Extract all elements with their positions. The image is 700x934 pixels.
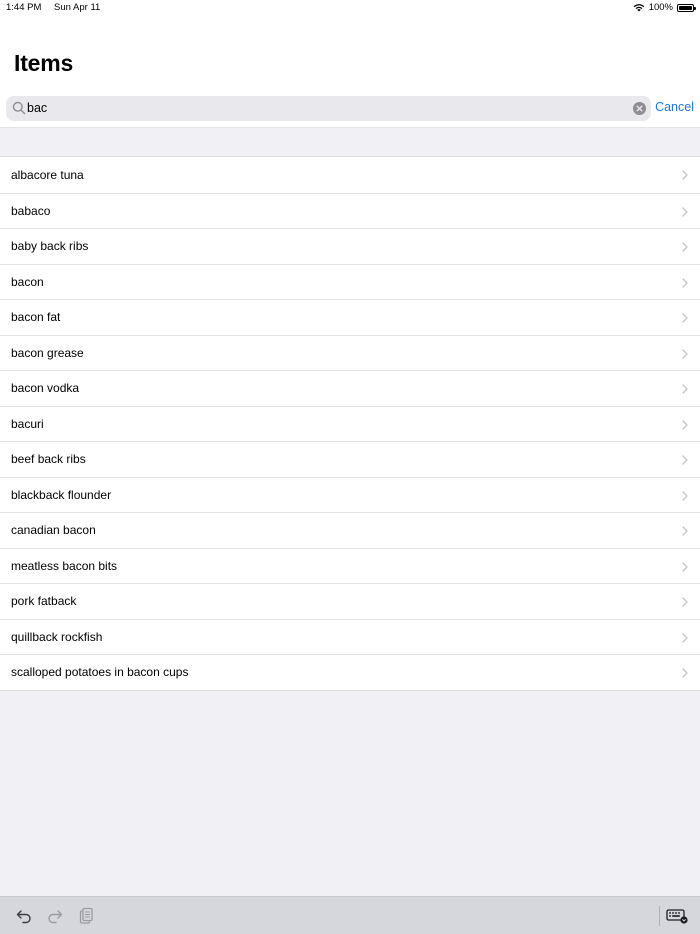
chevron-right-icon xyxy=(682,419,688,430)
list-item-label: pork fatback xyxy=(11,594,77,609)
list-item-label: bacon grease xyxy=(11,345,84,360)
list-item[interactable]: scalloped potatoes in bacon cups xyxy=(0,654,700,690)
wifi-icon xyxy=(633,4,644,12)
list-item-label: albacore tuna xyxy=(11,167,84,182)
chevron-right-icon xyxy=(682,348,688,359)
list-item[interactable]: bacon xyxy=(0,263,700,300)
chevron-right-icon xyxy=(682,490,688,501)
list-item-label: bacon vodka xyxy=(11,381,80,396)
list-item[interactable]: bacon fat xyxy=(0,299,700,335)
list-item[interactable]: baby back ribs xyxy=(0,228,700,264)
page-title: Items xyxy=(14,50,74,76)
list-item[interactable]: blackback flounder xyxy=(0,476,700,513)
list-item[interactable]: meatless bacon bits xyxy=(0,547,700,584)
list-item[interactable]: bacon vodka xyxy=(0,370,700,406)
list-item-label: blackback flounder xyxy=(11,487,112,502)
list-item-label: babaco xyxy=(11,203,51,218)
status-date: Sun Apr 11 xyxy=(54,2,101,13)
status-left: 1:44 PM Sun Apr 11 xyxy=(6,2,100,13)
chevron-right-icon xyxy=(682,668,688,678)
chevron-right-icon xyxy=(682,455,688,465)
status-right: 100% xyxy=(633,2,696,13)
list-item[interactable]: pork fatback xyxy=(0,583,700,619)
screen: 1:44 PM Sun Apr 11 100% Items bac Cancel… xyxy=(0,0,700,934)
battery-percent: 100% xyxy=(648,2,673,13)
chevron-right-icon xyxy=(682,313,688,323)
list-item-label: quillback rockfish xyxy=(11,629,103,644)
list-item-label: baby back ribs xyxy=(11,239,89,254)
clear-icon[interactable] xyxy=(633,102,646,115)
keyboard-shortcut-bar xyxy=(0,896,700,934)
list-item-label: bacuri xyxy=(11,416,44,431)
undo-icon[interactable] xyxy=(15,907,33,925)
search-value: bac xyxy=(27,101,48,115)
battery-fill xyxy=(679,5,692,10)
list-item[interactable]: bacuri xyxy=(0,405,700,442)
list-item-label: beef back ribs xyxy=(11,452,86,467)
keyboard-dismiss-icon[interactable] xyxy=(666,907,688,925)
paste-icon[interactable] xyxy=(77,907,95,925)
nav-header: Items xyxy=(0,16,700,90)
results-list: albacore tuna babaco baby back ribs bacon ba… xyxy=(0,156,700,691)
search-input[interactable]: bac xyxy=(6,96,651,121)
redo-icon[interactable] xyxy=(46,907,64,925)
chevron-right-icon xyxy=(682,597,688,607)
toolbar-divider xyxy=(659,906,660,926)
list-item[interactable]: canadian bacon xyxy=(0,512,700,548)
list-item[interactable]: albacore tuna xyxy=(0,157,700,193)
chevron-right-icon xyxy=(682,277,688,288)
chevron-right-icon xyxy=(682,561,688,572)
chevron-right-icon xyxy=(682,384,688,394)
search-row: bac Cancel xyxy=(0,90,700,128)
list-item-label: bacon xyxy=(11,274,44,289)
list-item[interactable]: bacon grease xyxy=(0,334,700,371)
list-item-label: canadian bacon xyxy=(11,523,96,538)
chevron-right-icon xyxy=(682,526,688,536)
list-item[interactable]: babaco xyxy=(0,192,700,229)
chevron-right-icon xyxy=(682,206,688,217)
status-time: 1:44 PM xyxy=(6,2,42,13)
list-item-label: bacon fat xyxy=(11,310,61,325)
cancel-button[interactable]: Cancel xyxy=(655,100,694,114)
list-item-label: scalloped potatoes in bacon cups xyxy=(11,665,189,680)
search-icon xyxy=(12,101,26,115)
status-bar: 1:44 PM Sun Apr 11 100% xyxy=(0,0,700,16)
list-item[interactable]: beef back ribs xyxy=(0,441,700,477)
chevron-right-icon xyxy=(682,170,688,180)
list-item-label: meatless bacon bits xyxy=(11,558,118,573)
battery-icon xyxy=(677,3,696,12)
chevron-right-icon xyxy=(682,632,688,643)
list-item[interactable]: quillback rockfish xyxy=(0,618,700,655)
chevron-right-icon xyxy=(682,242,688,252)
